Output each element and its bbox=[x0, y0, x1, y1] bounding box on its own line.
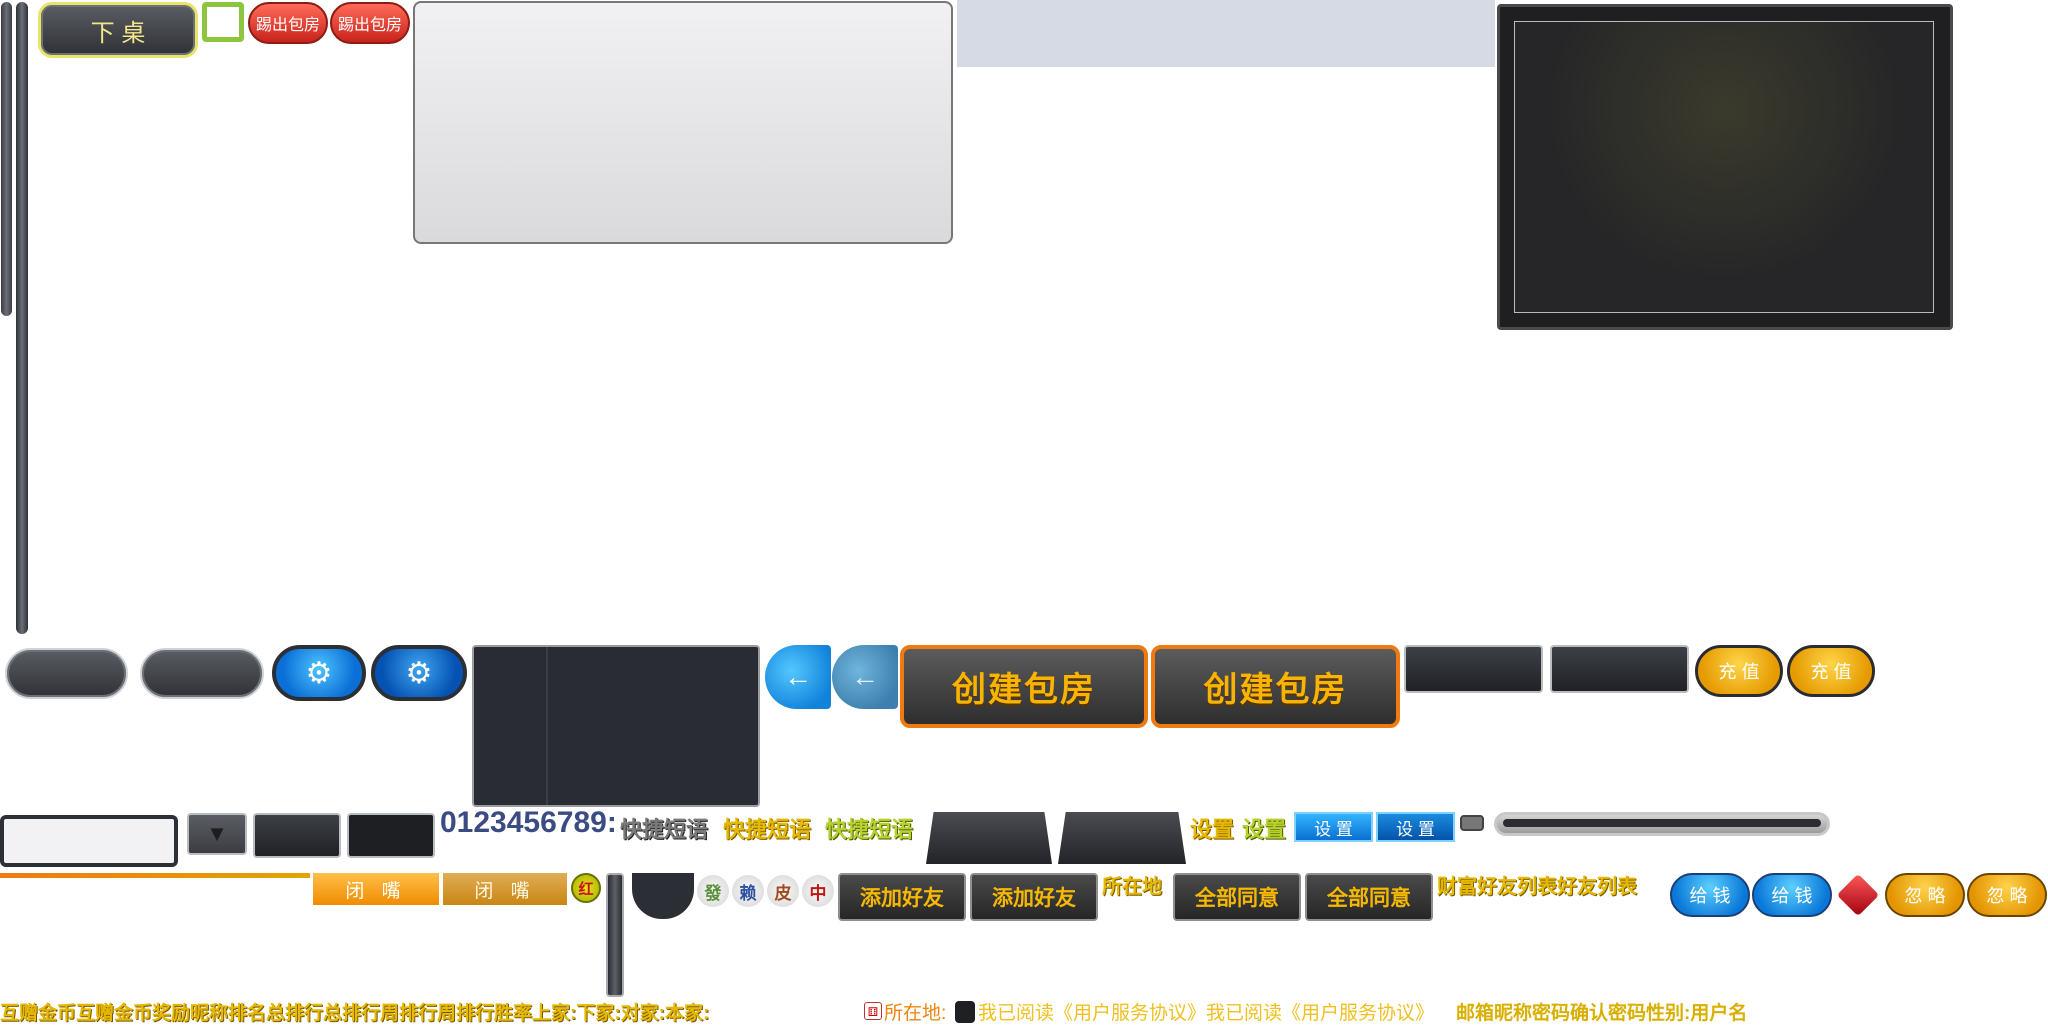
dropdown-button[interactable]: ▼ bbox=[187, 813, 247, 855]
mahjong-tile: 皮 bbox=[767, 875, 799, 907]
dark-slot-small-pressed bbox=[347, 813, 435, 858]
progress-track bbox=[1494, 812, 1830, 836]
mute-button[interactable]: 闭 嘴 bbox=[313, 873, 439, 905]
dark-pill-button[interactable] bbox=[5, 648, 128, 699]
back-arrow-button-pressed[interactable]: ← bbox=[832, 645, 898, 709]
settings-button[interactable]: 设 置 bbox=[1294, 812, 1373, 842]
mahjong-tile: 發 bbox=[697, 875, 729, 907]
dark-chat-panel bbox=[1497, 4, 1953, 330]
create-room-button-pressed[interactable]: 创建包房 bbox=[1151, 645, 1400, 728]
recharge-button[interactable]: 充 值 bbox=[1695, 645, 1783, 697]
dark-square bbox=[955, 1001, 975, 1023]
quick-phrase-label-gray: 快捷短语 bbox=[620, 817, 709, 842]
kick-room-button-pressed[interactable]: 踢出包房 bbox=[330, 2, 410, 44]
red-badge: 红 bbox=[571, 873, 601, 903]
arrow-left-icon: ← bbox=[784, 661, 812, 692]
give-money-button-pressed[interactable]: 给 钱 bbox=[1752, 873, 1832, 917]
settings-gear-button[interactable]: ⚙ bbox=[272, 645, 366, 701]
dark-pill-button-pressed[interactable] bbox=[140, 648, 264, 699]
mahjong-tile: 赖 bbox=[732, 875, 764, 907]
dark-chat-inner bbox=[1514, 21, 1934, 313]
triangle-down-icon: ▼ bbox=[206, 821, 228, 846]
create-room-button[interactable]: 创建包房 bbox=[900, 645, 1148, 728]
kick-room-button[interactable]: 踢出包房 bbox=[248, 2, 328, 44]
friend-list-label: 财富好友列表好友列表 bbox=[1437, 876, 1637, 898]
trapezoid-tab[interactable] bbox=[926, 812, 1052, 864]
light-blue-strip bbox=[957, 0, 1495, 67]
add-friend-button-pressed[interactable]: 添加好友 bbox=[970, 873, 1098, 921]
settings-button-pressed[interactable]: 设 置 bbox=[1376, 812, 1455, 842]
dark-slot bbox=[1404, 645, 1543, 693]
recharge-button-pressed[interactable]: 充 值 bbox=[1787, 645, 1875, 697]
ignore-button[interactable]: 忽 略 bbox=[1885, 873, 1965, 917]
dark-slot-small bbox=[253, 813, 341, 858]
quick-phrase-label-gold: 快捷短语 bbox=[723, 817, 812, 842]
quick-phrase-label-green: 快捷短语 bbox=[825, 817, 914, 842]
card-divider bbox=[546, 647, 548, 805]
add-friend-button[interactable]: 添加好友 bbox=[838, 873, 966, 921]
mahjong-tile: 中 bbox=[802, 875, 834, 907]
agree-all-button-pressed[interactable]: 全部同意 bbox=[1305, 873, 1433, 921]
slider-thumb[interactable] bbox=[1460, 815, 1484, 831]
fullscreen-icon[interactable] bbox=[202, 2, 244, 42]
dark-card-panel bbox=[472, 645, 760, 807]
digit-font-strip: 0123456789: bbox=[440, 806, 617, 839]
vertical-scrollbar-track[interactable] bbox=[16, 2, 28, 634]
settings-label-green: 设置 bbox=[1242, 817, 1287, 842]
location-label-orange: 所在地: bbox=[884, 1003, 947, 1024]
dark-slot-pressed bbox=[1550, 645, 1689, 693]
text-input-box[interactable] bbox=[0, 815, 178, 867]
dark-dome bbox=[632, 873, 694, 919]
gold-label-strip: 互赠金币互赠金币奖励昵称排名总排行总排行周排行周排行胜率上家:下家:对家:本家: bbox=[0, 1003, 710, 1024]
dice-icon: ⚅ bbox=[864, 1002, 882, 1020]
ignore-button-pressed[interactable]: 忽 略 bbox=[1967, 873, 2047, 917]
progress-track-inner bbox=[1503, 819, 1821, 827]
gear-icon: ⚙ bbox=[305, 656, 333, 690]
agree-all-button[interactable]: 全部同意 bbox=[1173, 873, 1301, 921]
agreement-text: 我已阅读《用户服务协议》我已阅读《用户服务协议》 bbox=[978, 1003, 1435, 1024]
give-money-button[interactable]: 给 钱 bbox=[1670, 873, 1750, 917]
arrow-left-icon: ← bbox=[851, 661, 879, 692]
ruby-gem-icon bbox=[1836, 873, 1880, 917]
mute-button-pressed[interactable]: 闭 嘴 bbox=[443, 873, 567, 905]
vertical-scrollbar[interactable] bbox=[1, 2, 12, 316]
settings-gear-button-pressed[interactable]: ⚙ bbox=[371, 645, 467, 701]
trapezoid-tab-pressed[interactable] bbox=[1058, 812, 1186, 864]
gear-icon: ⚙ bbox=[405, 656, 433, 690]
location-label: 所在地 bbox=[1102, 876, 1162, 898]
orange-divider bbox=[0, 873, 310, 878]
vertical-scroll-thumb[interactable] bbox=[606, 873, 624, 997]
settings-label-gold: 设置 bbox=[1190, 817, 1235, 842]
light-panel bbox=[413, 1, 953, 244]
form-labels: 邮箱昵称密码确认密码性别:用户名 bbox=[1456, 1003, 1748, 1024]
back-arrow-button[interactable]: ← bbox=[765, 645, 831, 709]
leave-table-button[interactable]: 下 桌 bbox=[38, 2, 198, 58]
